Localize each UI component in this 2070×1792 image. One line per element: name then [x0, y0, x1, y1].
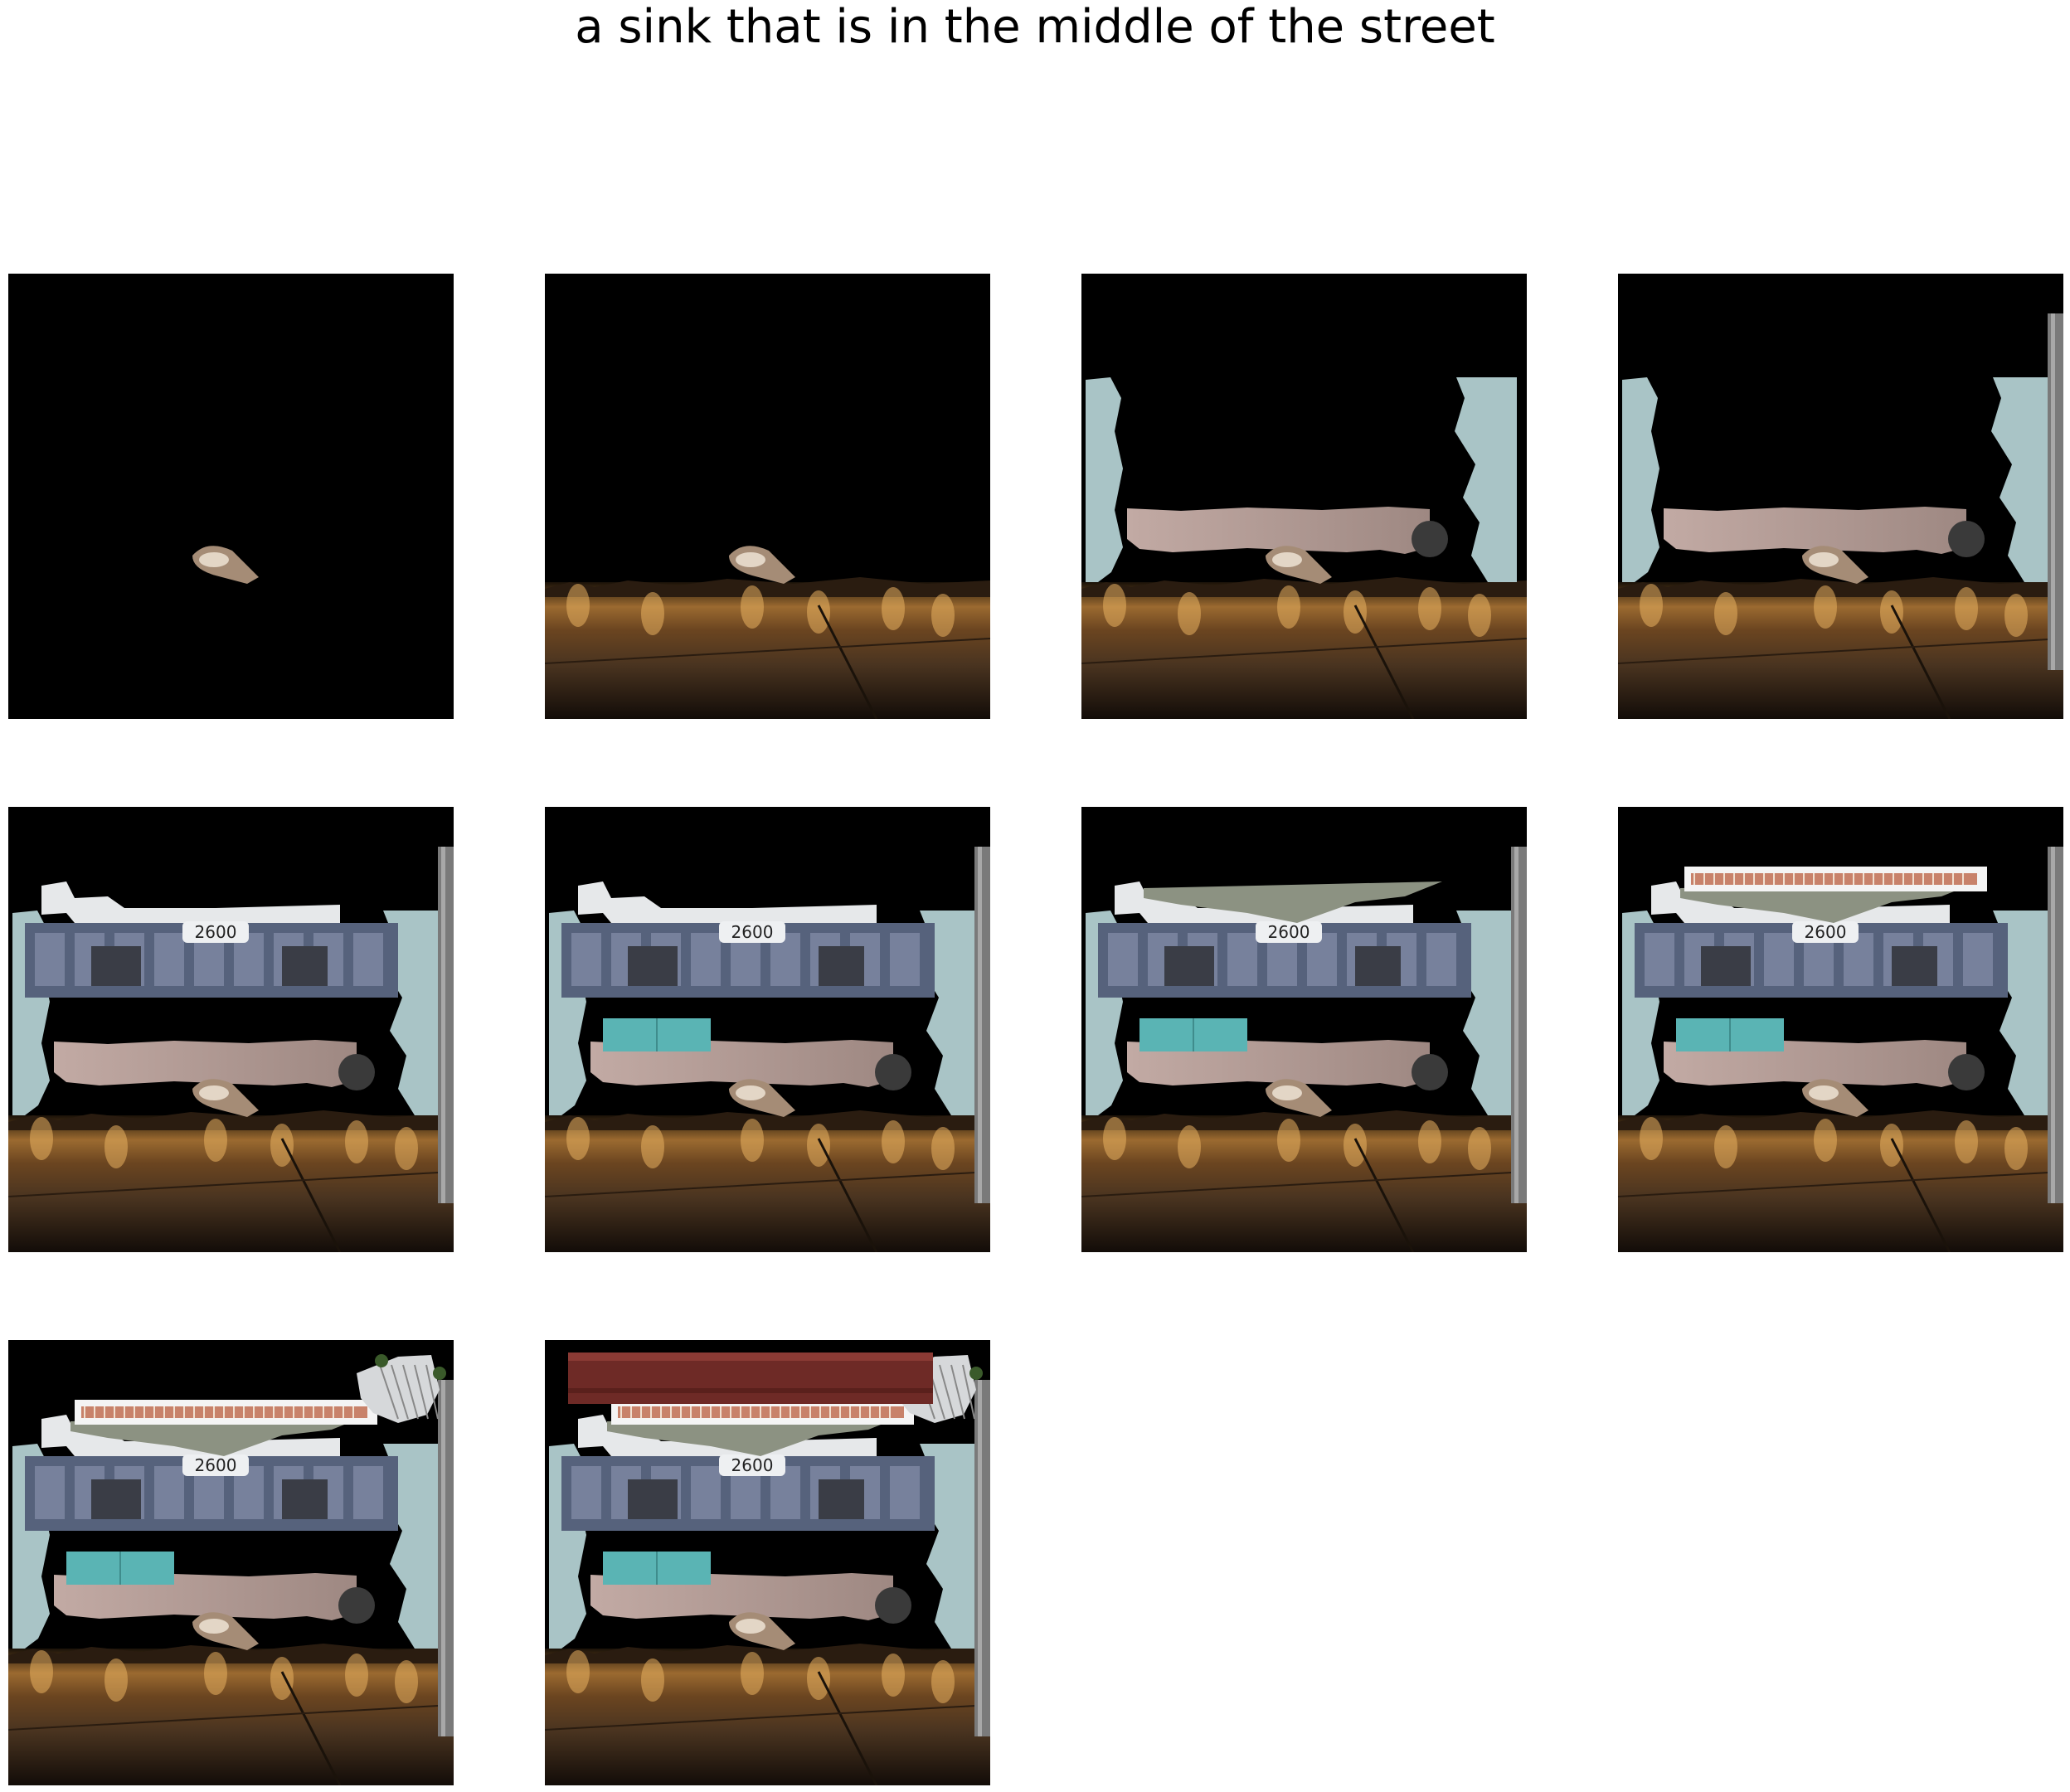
panel-step-5: 2600	[8, 807, 454, 1252]
blocks-layer	[603, 1552, 711, 1585]
roof-layer	[568, 1352, 933, 1404]
panel-step-8: 2600	[1618, 807, 2063, 1252]
panel-image: 2600	[8, 1340, 454, 1785]
sign-layer	[75, 1400, 377, 1425]
panel-step-10: 2600	[545, 1340, 990, 1785]
panel-step-9: 2600	[8, 1340, 454, 1785]
blocks-layer	[1676, 1018, 1784, 1051]
pole-layer	[2048, 847, 2063, 1203]
building-number-text: 2600	[195, 1455, 237, 1475]
pole-layer	[438, 847, 454, 1203]
street-layer	[8, 1644, 454, 1785]
panel-image	[8, 274, 454, 719]
street-layer	[545, 577, 990, 719]
blocks-layer	[603, 1018, 711, 1051]
panel-image: 2600	[545, 1340, 990, 1785]
building-number-text: 2600	[731, 1455, 774, 1475]
panel-image: 2600	[545, 807, 990, 1252]
building-number-text: 2600	[1805, 922, 1847, 942]
building-number-text: 2600	[195, 922, 237, 942]
panel-image	[1618, 274, 2063, 719]
street-layer	[1618, 1110, 2063, 1252]
sign-layer	[1684, 867, 1987, 891]
building-number-text: 2600	[1268, 922, 1310, 942]
figure-title: a sink that is in the middle of the stre…	[575, 0, 1495, 54]
panel-image	[545, 274, 990, 719]
pole-layer	[974, 1380, 990, 1736]
street-layer	[1618, 577, 2063, 719]
blocks-layer	[1139, 1018, 1247, 1051]
panel-image: 2600	[1618, 807, 2063, 1252]
building-number-text: 2600	[731, 922, 774, 942]
pole-layer	[1511, 847, 1527, 1203]
pole-layer	[974, 847, 990, 1203]
street-layer	[545, 1110, 990, 1252]
panel-step-4	[1618, 274, 2063, 719]
pole-layer	[438, 1380, 454, 1736]
panel-image: 2600	[1081, 807, 1527, 1252]
street-layer	[545, 1644, 990, 1785]
panel-step-1	[8, 274, 454, 719]
panel-step-7: 2600	[1081, 807, 1527, 1252]
panel-step-3	[1081, 274, 1527, 719]
panel-image: 2600	[8, 807, 454, 1252]
panel-step-2	[545, 274, 990, 719]
panel-step-6: 2600	[545, 807, 990, 1252]
pole-layer	[2048, 313, 2063, 670]
street-layer	[1081, 577, 1527, 719]
street-layer	[1081, 1110, 1527, 1252]
blocks-layer	[66, 1552, 174, 1585]
panel-image	[1081, 274, 1527, 719]
street-layer	[8, 1110, 454, 1252]
